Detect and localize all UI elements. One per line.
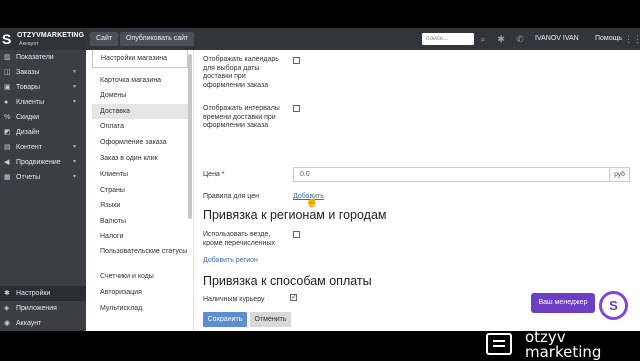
chevron-down-icon: ▾ — [72, 69, 76, 75]
payment-heading: Привязка к способам оплаты — [203, 274, 372, 288]
settings-submenu: Настройки магазина Карточка магазина Дом… — [86, 50, 194, 331]
search-input[interactable]: поиск... — [422, 33, 474, 45]
phone-icon[interactable]: ✆ — [514, 33, 526, 45]
your-manager-button[interactable]: Ваш менеджер — [531, 293, 595, 313]
submenu-item[interactable]: Оплата — [92, 119, 188, 134]
price-label: Цена * — [203, 171, 225, 178]
nav-label: Заказы — [16, 69, 40, 76]
brush-icon: ◩ — [4, 129, 11, 136]
nav-item-discounts[interactable]: % Скидки — [0, 110, 86, 125]
nav-item-apps[interactable]: ◈ Приложения — [0, 301, 86, 316]
nav-label: Отчеты — [16, 174, 41, 181]
nav-label: Аккаунт — [16, 320, 42, 327]
submenu-scrollbar[interactable] — [188, 54, 192, 219]
cash-courier-label: Наличным курьеру — [203, 296, 265, 303]
intervals-checkbox[interactable] — [293, 105, 300, 112]
chat-widget-icon[interactable]: S — [599, 291, 628, 320]
nav-label: Клиенты — [16, 99, 45, 106]
cart-icon: ◫ — [4, 69, 11, 76]
intervals-label: Отображать интервалы времени доставки пр… — [203, 105, 280, 129]
submenu-item-selected[interactable]: Доставка — [92, 104, 188, 119]
users-icon: ● — [4, 99, 9, 106]
submenu-item[interactable]: Клиенты — [92, 167, 188, 182]
nav-label: Скидки — [16, 114, 40, 121]
add-region-link[interactable]: Добавить регион — [203, 257, 258, 264]
nav-label: Приложения — [16, 305, 57, 312]
regions-heading: Привязка к регионам и городам — [203, 208, 387, 222]
submenu-item[interactable]: Пользовательские статусы — [92, 246, 188, 266]
nav-label: Контент — [16, 144, 42, 151]
submenu-item[interactable]: Домены — [92, 88, 188, 103]
publish-site-button[interactable]: Опубликовать сайт — [120, 32, 195, 46]
nav-label: Товары — [16, 84, 41, 91]
delivery-settings-form: Отображать календарь для выбора даты дос… — [194, 50, 640, 331]
apps-icon: ◈ — [4, 305, 10, 312]
gear-icon[interactable]: ✱ — [495, 33, 507, 45]
percent-icon: % — [4, 114, 11, 121]
price-rules-label: Правила для цен — [203, 193, 259, 200]
nav-item-dashboard[interactable]: ▥ Показатели — [0, 50, 86, 65]
save-button[interactable]: Сохранить — [203, 312, 247, 327]
calendar-label: Отображать календарь для выбора даты дос… — [203, 56, 279, 89]
price-input[interactable]: 0.0 — [293, 167, 610, 182]
nav-item-promotion[interactable]: ◀ Продвижение ▾ — [0, 155, 86, 170]
chat-bubble-logo-icon — [486, 333, 512, 355]
chevron-down-icon: ▾ — [72, 174, 76, 180]
brand-logo-icon: S — [2, 31, 12, 47]
chevron-down-icon: ▾ — [72, 84, 76, 90]
brand-name: OTZYVMARKETING — [17, 32, 85, 39]
box-icon: ▣ — [4, 84, 11, 91]
submenu-item[interactable]: Заказ в один клик — [92, 151, 188, 166]
submenu-item[interactable]: Языки — [92, 198, 188, 213]
mouse-cursor-icon: ☝ — [305, 196, 319, 208]
user-menu[interactable]: IVANOV IVAN — [535, 28, 579, 50]
left-nav: S OTZYVMARKETING Аккаунт ▥ Показатели ◫ … — [0, 28, 86, 331]
submenu-item[interactable]: Страны — [92, 183, 188, 198]
nav-item-design[interactable]: ◩ Дизайн — [0, 125, 86, 140]
chart-icon: ▥ — [4, 54, 11, 61]
nav-label: Показатели — [16, 54, 54, 61]
nav-item-content[interactable]: ▤ Контент ▾ — [0, 140, 86, 155]
app-screen: S OTZYVMARKETING Аккаунт ▥ Показатели ◫ … — [0, 28, 640, 331]
nav-item-account[interactable]: ◉ Аккаунт — [0, 316, 86, 331]
everywhere-label: Использовать везде, кроме перечисленных — [203, 231, 276, 247]
cash-courier-checkbox[interactable] — [290, 293, 297, 301]
nav-item-orders[interactable]: ◫ Заказы ▾ — [0, 65, 86, 80]
calendar-checkbox[interactable] — [293, 57, 300, 64]
submenu-item[interactable]: Карточка магазина — [92, 73, 188, 88]
megaphone-icon: ◀ — [4, 159, 10, 166]
account-icon: ◉ — [4, 320, 11, 327]
top-bar: Сайт Опубликовать сайт поиск... ⌕ ✱ ✆ IV… — [86, 28, 640, 50]
submenu-item[interactable]: Оформление заказа — [92, 135, 188, 150]
submenu-item[interactable]: Налоги — [92, 229, 188, 244]
nav-item-reports[interactable]: ▦ Отчеты ▾ — [0, 170, 86, 185]
nav-label: Настройки — [16, 290, 51, 297]
submenu-header[interactable]: Настройки магазина — [92, 50, 188, 68]
search-icon[interactable]: ⌕ — [477, 33, 489, 45]
submenu-item[interactable]: Счетчики и коды — [92, 269, 188, 284]
nav-item-settings[interactable]: ✱ Настройки — [0, 286, 86, 301]
grid-icon[interactable]: ⋮⋮ — [624, 33, 640, 45]
report-icon: ▦ — [4, 174, 11, 181]
nav-item-products[interactable]: ▣ Товары ▾ — [0, 80, 86, 95]
brand-block[interactable]: S OTZYVMARKETING Аккаунт — [0, 28, 86, 50]
submenu-item[interactable]: Мультисклад — [92, 301, 188, 316]
nav-label: Продвижение — [16, 159, 61, 166]
gear-icon: ✱ — [4, 290, 10, 297]
submenu-item[interactable]: Авторизация — [92, 285, 188, 300]
doc-icon: ▤ — [4, 144, 11, 151]
everywhere-checkbox[interactable] — [293, 231, 300, 238]
nav-label: Дизайн — [16, 129, 40, 136]
chevron-down-icon: ▾ — [72, 159, 76, 165]
nav-item-clients[interactable]: ● Клиенты ▾ — [0, 95, 86, 110]
brand-account: Аккаунт — [19, 41, 39, 47]
submenu-item[interactable]: Валюты — [92, 214, 188, 229]
price-currency: руб — [610, 167, 630, 182]
help-link[interactable]: Помощь — [595, 28, 622, 50]
cancel-button[interactable]: Отменить — [250, 312, 291, 327]
chevron-down-icon: ▾ — [72, 99, 76, 105]
footer-brand-line2: marketing — [525, 343, 602, 361]
chevron-down-icon: ▾ — [72, 144, 76, 150]
site-button[interactable]: Сайт — [90, 32, 119, 46]
